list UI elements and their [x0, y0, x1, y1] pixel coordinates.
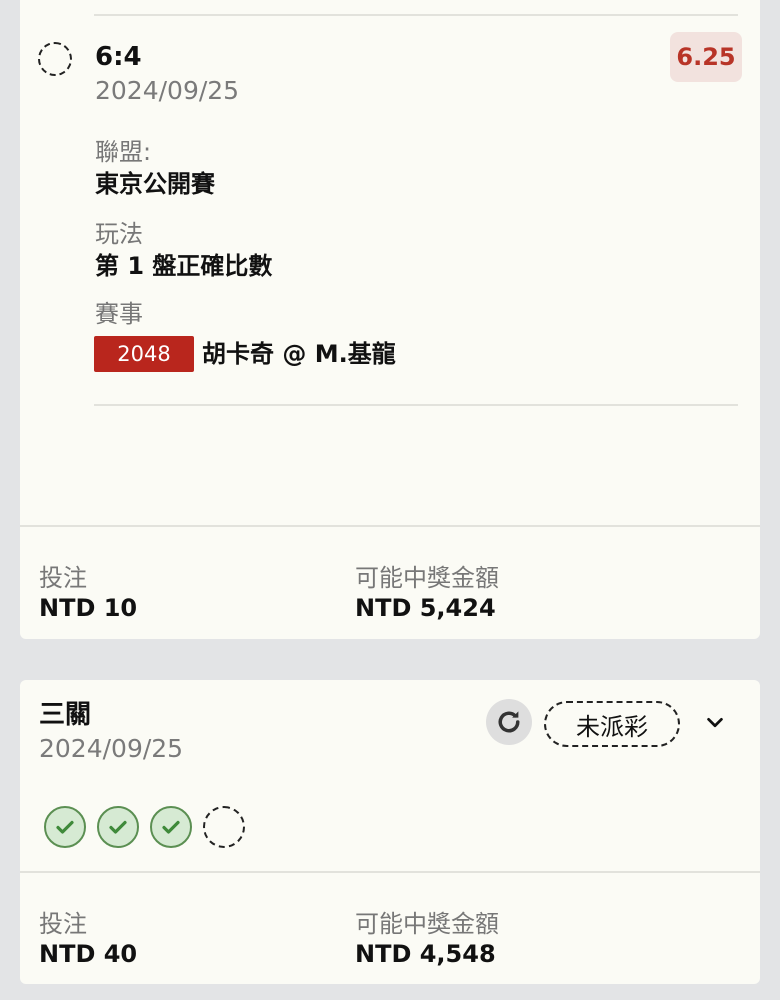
- market-label: 玩法: [95, 220, 143, 248]
- stake-value: NTD 10: [39, 594, 138, 622]
- selection-status-icon: [38, 42, 72, 76]
- settlement-status-badge: 未派彩: [544, 701, 680, 747]
- refresh-button[interactable]: [486, 699, 532, 745]
- leg-pending-icon: [203, 806, 245, 848]
- event-name: 胡卡奇 @ M.基龍: [202, 340, 396, 368]
- stake-label: 投注: [39, 564, 87, 592]
- check-circle-icon: [56, 820, 74, 834]
- leg-won-icon: [97, 806, 139, 848]
- bet-card-single: 6:4 2024/09/25 6.25 聯盟: 東京公開賽 玩法 第 1 盤正確…: [20, 0, 760, 639]
- divider: [20, 525, 760, 527]
- parlay-date: 2024/09/25: [39, 734, 184, 763]
- event-id-badge: 2048: [94, 336, 194, 372]
- odds-badge: 6.25: [670, 32, 742, 82]
- payout-label: 可能中獎金額: [355, 910, 499, 938]
- event-label: 賽事: [95, 300, 143, 328]
- divider: [94, 14, 738, 16]
- leg-won-icon: [44, 806, 86, 848]
- payout-value: NTD 5,424: [355, 594, 496, 622]
- bet-score: 6:4: [95, 42, 142, 72]
- expand-button[interactable]: [700, 708, 730, 738]
- bet-date: 2024/09/25: [95, 76, 240, 105]
- chevron-down-icon: [707, 717, 723, 728]
- league-label: 聯盟:: [95, 138, 152, 166]
- parlay-title: 三關: [39, 700, 92, 730]
- league-value: 東京公開賽: [95, 170, 215, 198]
- check-circle-icon: [162, 820, 180, 834]
- refresh-icon: [498, 711, 520, 733]
- stake-label: 投注: [39, 910, 87, 938]
- bet-card-parlay[interactable]: 三關 2024/09/25 未派彩 投注 NTD 40 可能中獎金額 NTD 4…: [20, 680, 760, 984]
- leg-won-icon: [150, 806, 192, 848]
- divider: [20, 871, 760, 873]
- payout-value: NTD 4,548: [355, 940, 496, 968]
- stake-value: NTD 40: [39, 940, 138, 968]
- market-value: 第 1 盤正確比數: [95, 252, 273, 280]
- divider: [94, 404, 738, 406]
- payout-label: 可能中獎金額: [355, 564, 499, 592]
- check-circle-icon: [109, 820, 127, 834]
